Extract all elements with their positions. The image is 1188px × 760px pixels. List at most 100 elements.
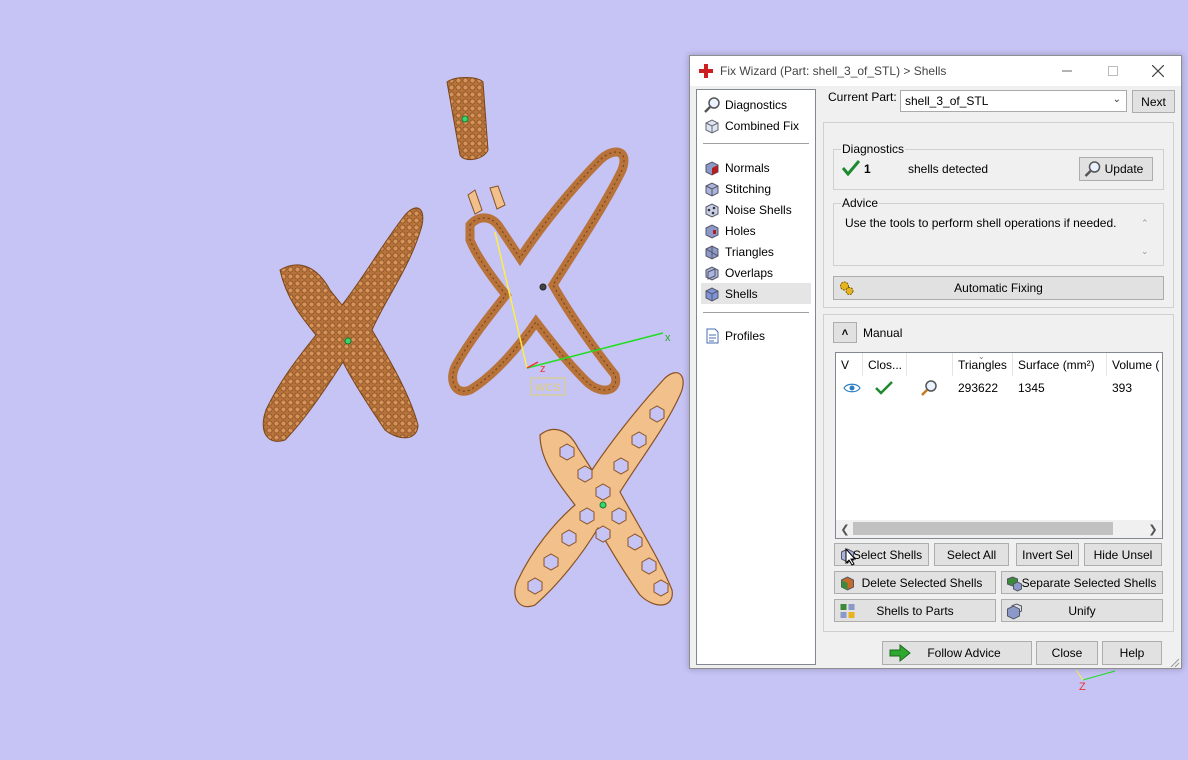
nav-label: Shells: [725, 286, 758, 301]
help-button[interactable]: Help: [1102, 641, 1162, 665]
invert-sel-button[interactable]: Invert Sel: [1016, 543, 1079, 566]
column-header-inspect[interactable]: [907, 353, 953, 376]
close-icon: [1152, 65, 1164, 77]
magnifier-icon: [704, 96, 720, 113]
automatic-fixing-button[interactable]: Automatic Fixing: [833, 276, 1164, 300]
shells-cube-icon: [705, 286, 719, 302]
scrollbar-thumb[interactable]: [853, 522, 1113, 535]
nav-item-overlaps[interactable]: Overlaps: [701, 262, 811, 283]
nav-label: Noise Shells: [725, 202, 792, 217]
minimize-button[interactable]: [1044, 56, 1090, 86]
nav-label: Normals: [725, 160, 770, 175]
unify-button[interactable]: Unify: [1001, 599, 1163, 622]
close-button[interactable]: Close: [1036, 641, 1098, 665]
scroll-down-icon[interactable]: ⌄: [1141, 246, 1149, 257]
sort-indicator-icon: ⌄: [978, 352, 985, 361]
follow-advice-button[interactable]: Follow Advice: [882, 641, 1032, 665]
x-shape-outline[interactable]: [448, 147, 629, 396]
scroll-right-icon[interactable]: ❯: [1145, 521, 1161, 537]
shells-to-parts-button[interactable]: Shells to Parts: [834, 599, 996, 622]
delete-selected-shells-button[interactable]: Delete Selected Shells: [834, 571, 996, 594]
unify-label: Unify: [1068, 603, 1096, 618]
minimize-icon: [1062, 70, 1072, 72]
corner-axis-z-label: Z: [1079, 681, 1086, 693]
maximize-button[interactable]: [1090, 56, 1136, 86]
column-header-volume[interactable]: Volume (: [1107, 353, 1162, 376]
update-button-label: Update: [1104, 162, 1144, 176]
advice-text: Use the tools to perform shell operation…: [845, 216, 1117, 230]
wizard-nav-panel: Diagnostics Combined Fix Normals Stitchi…: [696, 89, 816, 665]
select-all-button[interactable]: Select All: [934, 543, 1009, 566]
arrow-right-icon: [889, 644, 911, 662]
delete-selected-shells-label: Delete Selected Shells: [861, 575, 983, 590]
nav-item-diagnostics[interactable]: Diagnostics: [701, 94, 811, 115]
nav-label: Overlaps: [725, 265, 774, 280]
current-part-select[interactable]: shell_3_of_STL ⌄: [900, 90, 1127, 112]
wcs-label: WCS: [535, 382, 561, 394]
hide-unsel-label: Hide Unsel: [1093, 547, 1153, 562]
nav-item-normals[interactable]: Normals: [701, 157, 811, 178]
ring-piece[interactable]: [446, 77, 489, 161]
overlaps-cube-icon: [705, 265, 719, 281]
nav-item-triangles[interactable]: Triangles: [701, 241, 811, 262]
noise-shells-icon: [705, 202, 719, 218]
hide-unsel-button[interactable]: Hide Unsel: [1084, 543, 1162, 566]
select-shells-label: Select Shells: [852, 547, 923, 562]
nav-item-holes[interactable]: Holes: [701, 220, 811, 241]
current-part-value: shell_3_of_STL: [905, 94, 989, 108]
nav-label: Stitching: [725, 181, 772, 196]
scroll-left-icon[interactable]: ❮: [837, 521, 853, 537]
next-button-label: Next: [1141, 94, 1166, 109]
column-header-closed[interactable]: Clos...: [863, 353, 907, 376]
title-bar[interactable]: Fix Wizard (Part: shell_3_of_STL) > Shel…: [690, 56, 1181, 86]
unify-cube-icon: [1007, 603, 1022, 620]
column-header-surface[interactable]: Surface (mm²): [1013, 353, 1107, 376]
x-shape-textured[interactable]: [262, 207, 424, 442]
nav-item-shells[interactable]: Shells: [701, 283, 811, 304]
update-button[interactable]: Update: [1079, 157, 1153, 181]
nav-label: Holes: [725, 223, 756, 238]
invert-sel-label: Invert Sel: [1022, 547, 1073, 562]
nav-label: Profiles: [725, 328, 766, 343]
automatic-fixing-label: Automatic Fixing: [954, 281, 1043, 295]
nav-item-profiles[interactable]: Profiles: [701, 325, 811, 346]
nav-item-stitching[interactable]: Stitching: [701, 178, 811, 199]
help-button-label: Help: [1119, 646, 1145, 660]
shell-count: 1: [864, 162, 871, 176]
shells-to-parts-icon: [840, 604, 855, 618]
close-window-button[interactable]: [1135, 56, 1181, 86]
double-chevron-up-icon: ˄: [841, 326, 849, 339]
holes-cube-icon: [705, 223, 719, 239]
next-button[interactable]: Next: [1132, 90, 1175, 113]
column-header-visible[interactable]: V: [836, 353, 863, 376]
diagnostics-group-label: Diagnostics: [841, 142, 906, 156]
chevron-down-icon: ⌄: [1112, 94, 1121, 105]
check-icon: [842, 160, 860, 176]
triangles-cube-icon: [705, 244, 719, 260]
separate-selected-shells-button[interactable]: Separate Selected Shells: [1001, 571, 1163, 594]
resize-grip-icon[interactable]: [1169, 657, 1180, 668]
maximize-icon: [1108, 66, 1118, 76]
cell-triangles: 293622: [958, 381, 999, 395]
select-all-label: Select All: [946, 547, 997, 562]
nav-label: Triangles: [725, 244, 774, 259]
scroll-up-icon[interactable]: ⌃: [1141, 218, 1149, 229]
collapse-manual-button[interactable]: ˄: [833, 322, 857, 343]
eye-icon[interactable]: [843, 379, 861, 397]
advice-group-label: Advice: [841, 196, 880, 210]
nav-item-noise-shells[interactable]: Noise Shells: [701, 199, 811, 220]
gears-icon: [840, 281, 854, 295]
nav-item-combined-fix[interactable]: Combined Fix: [701, 115, 811, 136]
stitching-cube-icon: [705, 181, 719, 197]
window-title: Fix Wizard (Part: shell_3_of_STL) > Shel…: [720, 64, 947, 78]
x-shape-honeycomb[interactable]: [514, 372, 684, 608]
magnifier-icon[interactable]: [920, 379, 938, 397]
follow-advice-label: Follow Advice: [927, 646, 1001, 660]
horizontal-scrollbar[interactable]: ❮ ❯: [836, 520, 1162, 538]
app-cross-icon: [699, 64, 713, 78]
separate-selected-shells-label: Separate Selected Shells: [1021, 575, 1157, 590]
magnifier-icon: [1084, 161, 1101, 177]
mouse-cursor-icon: [845, 548, 857, 566]
shells-table[interactable]: V Clos... Triangles Surface (mm²) Volume…: [835, 352, 1163, 539]
advice-group: [833, 203, 1164, 266]
